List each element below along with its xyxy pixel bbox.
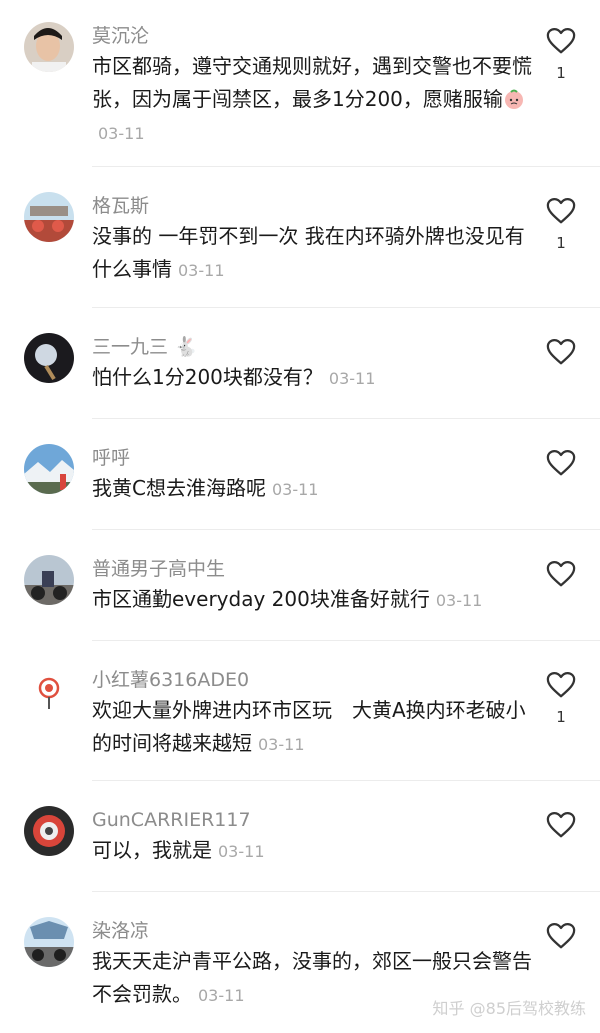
comment-date: 03-11 xyxy=(218,842,265,861)
peach-emoji-icon xyxy=(503,87,525,109)
comment-body: 欢迎大量外牌进内环市区玩 大黄A换内环老破小的时间将越来越短 xyxy=(92,698,526,755)
heart-outline-icon[interactable] xyxy=(546,449,576,477)
comment-date: 03-11 xyxy=(178,261,225,280)
like-button[interactable] xyxy=(545,449,577,509)
like-count: 1 xyxy=(556,64,566,82)
username[interactable]: 格瓦斯 xyxy=(92,192,149,220)
divider xyxy=(92,780,600,781)
like-button[interactable] xyxy=(545,560,577,620)
like-button[interactable] xyxy=(545,338,577,398)
heart-outline-icon[interactable] xyxy=(546,922,576,950)
watermark: 知乎 @85后驾校教练 xyxy=(432,999,586,1018)
comment-body: 怕什么1分200块都没有？ xyxy=(92,365,323,389)
like-button[interactable]: 1 xyxy=(545,27,577,87)
username[interactable]: 莫沉沦 xyxy=(92,22,149,50)
heart-outline-icon[interactable] xyxy=(546,560,576,588)
divider xyxy=(92,891,600,892)
comment-date: 03-11 xyxy=(271,480,319,499)
comment-date: 03-11 xyxy=(435,591,483,610)
comment-text: 可以，我就是 03-11 xyxy=(92,834,532,868)
username[interactable]: GunCARRIER117 xyxy=(92,806,251,834)
like-button[interactable]: 1 xyxy=(545,197,577,257)
comment-date: 03-11 xyxy=(98,124,145,143)
comment-body: 可以，我就是 xyxy=(92,838,212,862)
avatar[interactable] xyxy=(24,22,74,72)
like-button[interactable] xyxy=(545,922,577,982)
avatar[interactable] xyxy=(24,192,74,242)
comment-body: 没事的 一年罚不到一次 我在内环骑外牌也没见有什么事情 xyxy=(92,224,525,281)
username[interactable]: 小红薯6316ADE0 xyxy=(92,666,249,694)
avatar[interactable] xyxy=(24,917,74,967)
comment-body: 我黄C想去淮海路呢 xyxy=(92,476,266,500)
divider xyxy=(92,166,600,167)
avatar[interactable] xyxy=(24,444,74,494)
username[interactable]: 普通男子高中生 xyxy=(92,555,225,583)
comment-date: 03-11 xyxy=(258,735,305,754)
username[interactable]: 三一九三 🐇 xyxy=(92,333,198,361)
heart-outline-icon[interactable] xyxy=(546,338,576,366)
like-button[interactable]: 1 xyxy=(545,671,577,731)
divider xyxy=(92,529,600,530)
username[interactable]: 呼呼 xyxy=(92,444,130,472)
avatar[interactable] xyxy=(24,806,74,856)
comment-date: 03-11 xyxy=(198,986,245,1005)
comment-body: 市区都骑，遵守交通规则就好，遇到交警也不要慌张，因为属于闯禁区，最多1分200，… xyxy=(92,54,532,111)
comment-text: 没事的 一年罚不到一次 我在内环骑外牌也没见有什么事情 03-11 xyxy=(92,220,532,287)
comment-body: 市区通勤everyday 200块准备好就行 xyxy=(92,587,430,611)
heart-outline-icon[interactable] xyxy=(546,671,576,699)
divider xyxy=(92,640,600,641)
comment-text: 欢迎大量外牌进内环市区玩 大黄A换内环老破小的时间将越来越短 03-11 xyxy=(92,694,532,761)
heart-outline-icon[interactable] xyxy=(546,27,576,55)
avatar[interactable] xyxy=(24,333,74,383)
heart-outline-icon[interactable] xyxy=(546,197,576,225)
divider xyxy=(92,307,600,308)
comment-text: 我黄C想去淮海路呢 03-11 xyxy=(92,472,532,506)
divider xyxy=(92,418,600,419)
like-count: 1 xyxy=(556,708,566,726)
comment-text: 市区通勤everyday 200块准备好就行 03-11 xyxy=(92,583,532,617)
avatar[interactable] xyxy=(24,555,74,605)
comment-date: 03-11 xyxy=(328,369,376,388)
avatar[interactable] xyxy=(24,666,74,716)
comment-text: 市区都骑，遵守交通规则就好，遇到交警也不要慌张，因为属于闯禁区，最多1分200，… xyxy=(92,50,532,150)
comment-text: 怕什么1分200块都没有？ 03-11 xyxy=(92,361,532,395)
like-count: 1 xyxy=(556,234,566,252)
username[interactable]: 染洛凉 xyxy=(92,917,149,945)
like-button[interactable] xyxy=(545,811,577,871)
heart-outline-icon[interactable] xyxy=(546,811,576,839)
